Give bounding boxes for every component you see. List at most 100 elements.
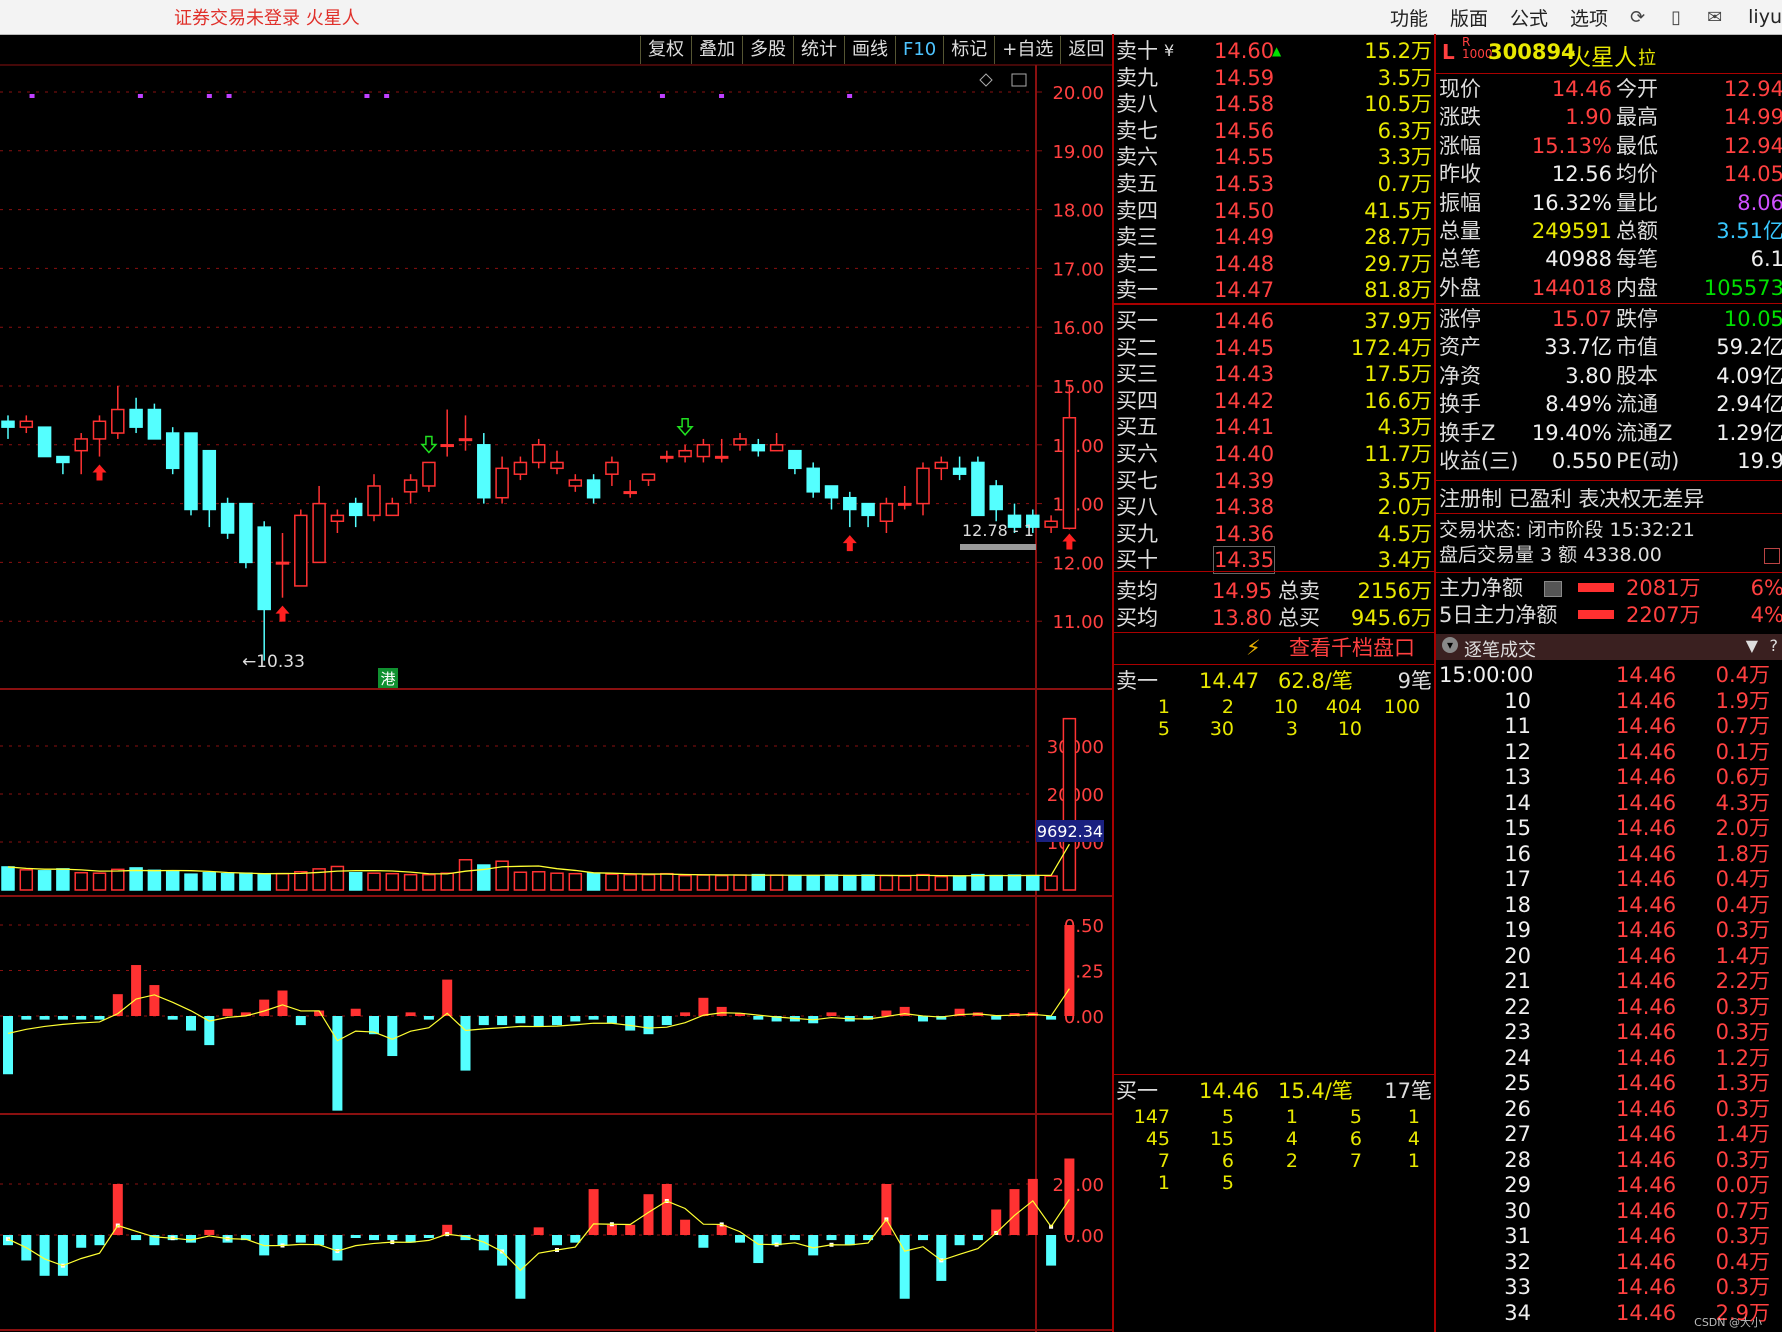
- collapse-icon[interactable]: ▾: [1442, 637, 1458, 653]
- ind1-bar: [57, 1016, 68, 1020]
- price-tick-label: 20.00: [1052, 83, 1104, 104]
- buy-level-price[interactable]: 14.41: [1214, 414, 1274, 440]
- candle-up: [897, 502, 912, 506]
- filter-icon[interactable]: ▼: [1746, 636, 1758, 655]
- buy-level-price[interactable]: 14.38: [1214, 494, 1274, 520]
- toolbar-statistics[interactable]: 统计: [793, 36, 844, 64]
- quote-label: 振幅: [1439, 190, 1481, 215]
- sell-level-price[interactable]: 14.50: [1214, 198, 1274, 224]
- volume-value-label: 9692.34: [1037, 822, 1103, 841]
- ind2-bar: [954, 1235, 965, 1246]
- sell-level-price[interactable]: 14.55: [1214, 144, 1274, 170]
- currency-mark: ¥: [1164, 41, 1175, 60]
- stock-name: 火星人: [1568, 45, 1637, 71]
- signal-dot: [364, 94, 370, 98]
- sell-level-price[interactable]: 14.60: [1214, 38, 1274, 64]
- ind2-bar: [94, 1235, 105, 1246]
- toolbar-f10[interactable]: F10: [895, 36, 943, 64]
- buy-level-label: 买十: [1116, 548, 1158, 573]
- thousand-level-link[interactable]: 查看千档盘口: [1289, 635, 1415, 661]
- toolbar-draw-line[interactable]: 画线: [844, 36, 895, 64]
- sell-level-label: 卖九: [1116, 65, 1158, 90]
- quote-value: 33.7亿: [1544, 335, 1612, 360]
- tick-volume: 0.3万: [1715, 1096, 1770, 1121]
- sell-level-price[interactable]: 14.59: [1214, 65, 1274, 91]
- mail-icon[interactable]: ✉: [1707, 7, 1722, 28]
- quote-value: 2.94亿: [1716, 392, 1782, 417]
- toolbar-multi-stock[interactable]: 多股: [742, 36, 793, 64]
- tick-price: 14.46: [1616, 943, 1677, 968]
- queue-order-size: 7: [1157, 1150, 1170, 1172]
- volume-bar: [111, 868, 125, 891]
- volume-bar: [897, 875, 912, 891]
- menu-layout[interactable]: 版面: [1450, 4, 1488, 31]
- toolbar-overlay[interactable]: 叠加: [691, 36, 742, 64]
- buy-level-price[interactable]: 14.39: [1214, 468, 1274, 494]
- buy-level-price[interactable]: 14.40: [1214, 441, 1274, 467]
- sell-level-price[interactable]: 14.58: [1214, 91, 1274, 117]
- buy-level-price[interactable]: 14.36: [1214, 521, 1274, 547]
- sell1-queue-count: 9笔: [1397, 669, 1432, 693]
- tick-time: 33: [1504, 1275, 1531, 1299]
- candle-up: [769, 444, 784, 452]
- candle-down: [971, 461, 985, 517]
- ind1-bar: [533, 1016, 544, 1027]
- buy-level-price[interactable]: 14.35: [1212, 546, 1276, 575]
- candle-up: [111, 408, 125, 434]
- quote-value: 15.07: [1551, 307, 1612, 331]
- refresh-icon[interactable]: ⟳: [1630, 7, 1645, 28]
- candle-down: [239, 502, 253, 564]
- buy-arrow-icon: [275, 605, 290, 622]
- sell-level-price[interactable]: 14.53: [1214, 171, 1274, 197]
- toolbar-mark[interactable]: 标记: [943, 36, 994, 64]
- help-icon[interactable]: ?: [1770, 636, 1779, 655]
- tick-price: 14.46: [1616, 739, 1677, 764]
- buy-level-price[interactable]: 14.45: [1214, 335, 1274, 361]
- toolbar-add-watchlist[interactable]: +自选: [994, 36, 1060, 64]
- total-buy-label: 总买: [1278, 606, 1320, 630]
- menu-options[interactable]: 选项: [1570, 4, 1608, 31]
- quote-panel: L R 1000 300894 火星人 拉 现价 14.46 今开 12.94 涨…: [1434, 34, 1782, 1332]
- ind1-bar: [76, 1016, 87, 1020]
- ind2-bar: [369, 1235, 379, 1241]
- quote-value: 12.94: [1723, 133, 1782, 158]
- menu-formula[interactable]: 公式: [1510, 4, 1548, 31]
- sell-level-price[interactable]: 14.56: [1214, 118, 1274, 144]
- sell-level-price[interactable]: 14.48: [1214, 251, 1274, 277]
- menu-function[interactable]: 功能: [1390, 4, 1428, 31]
- buy-level-price[interactable]: 14.46: [1214, 308, 1274, 334]
- buy-level-price[interactable]: 14.43: [1214, 361, 1274, 387]
- buy1-queue-label: 买一: [1116, 1079, 1158, 1103]
- volume-bar: [586, 872, 601, 891]
- volume-bar: [495, 860, 509, 891]
- sell-level-price[interactable]: 14.49: [1214, 224, 1274, 250]
- quote-label: 内盘: [1616, 275, 1658, 300]
- low-price-label: ←10.33: [242, 652, 305, 672]
- tick-time: 21: [1504, 969, 1531, 993]
- quote-label: 总量: [1439, 219, 1481, 243]
- ind1-bar: [716, 1006, 727, 1016]
- buy-level-price[interactable]: 14.42: [1214, 388, 1274, 414]
- volume-bar: [440, 872, 454, 891]
- tick-price: 14.46: [1616, 1096, 1677, 1121]
- toolbar-restore-rights[interactable]: 复权: [640, 36, 691, 64]
- buy-level-label: 买九: [1116, 521, 1158, 546]
- volume-bar: [696, 874, 711, 891]
- chart-icon[interactable]: [1764, 548, 1780, 564]
- tick-volume: 1.8万: [1715, 841, 1770, 866]
- price-tick-label: 13.00: [1052, 495, 1104, 516]
- queue-order-size: 1: [1157, 1172, 1170, 1194]
- tick-volume: 0.1万: [1715, 739, 1770, 764]
- main-net-label: 主力净额: [1439, 576, 1523, 600]
- volume-bar: [550, 872, 564, 891]
- tick-time: 15: [1504, 816, 1531, 840]
- ind1-bar: [1046, 1016, 1057, 1020]
- ind2-bar: [533, 1227, 544, 1235]
- signal-dot: [29, 94, 35, 98]
- phone-icon[interactable]: ▯: [1671, 7, 1681, 28]
- user-name[interactable]: liyu: [1748, 6, 1782, 28]
- toolbar-back[interactable]: 返回: [1060, 36, 1111, 64]
- kline-chart[interactable]: 20.00 19.00 18.00 17.00 16.00 15.00 14.00 13.00…: [0, 34, 1112, 1332]
- tick-volume: 1.4万: [1715, 1122, 1770, 1146]
- sell-level-price[interactable]: 14.47: [1214, 277, 1274, 303]
